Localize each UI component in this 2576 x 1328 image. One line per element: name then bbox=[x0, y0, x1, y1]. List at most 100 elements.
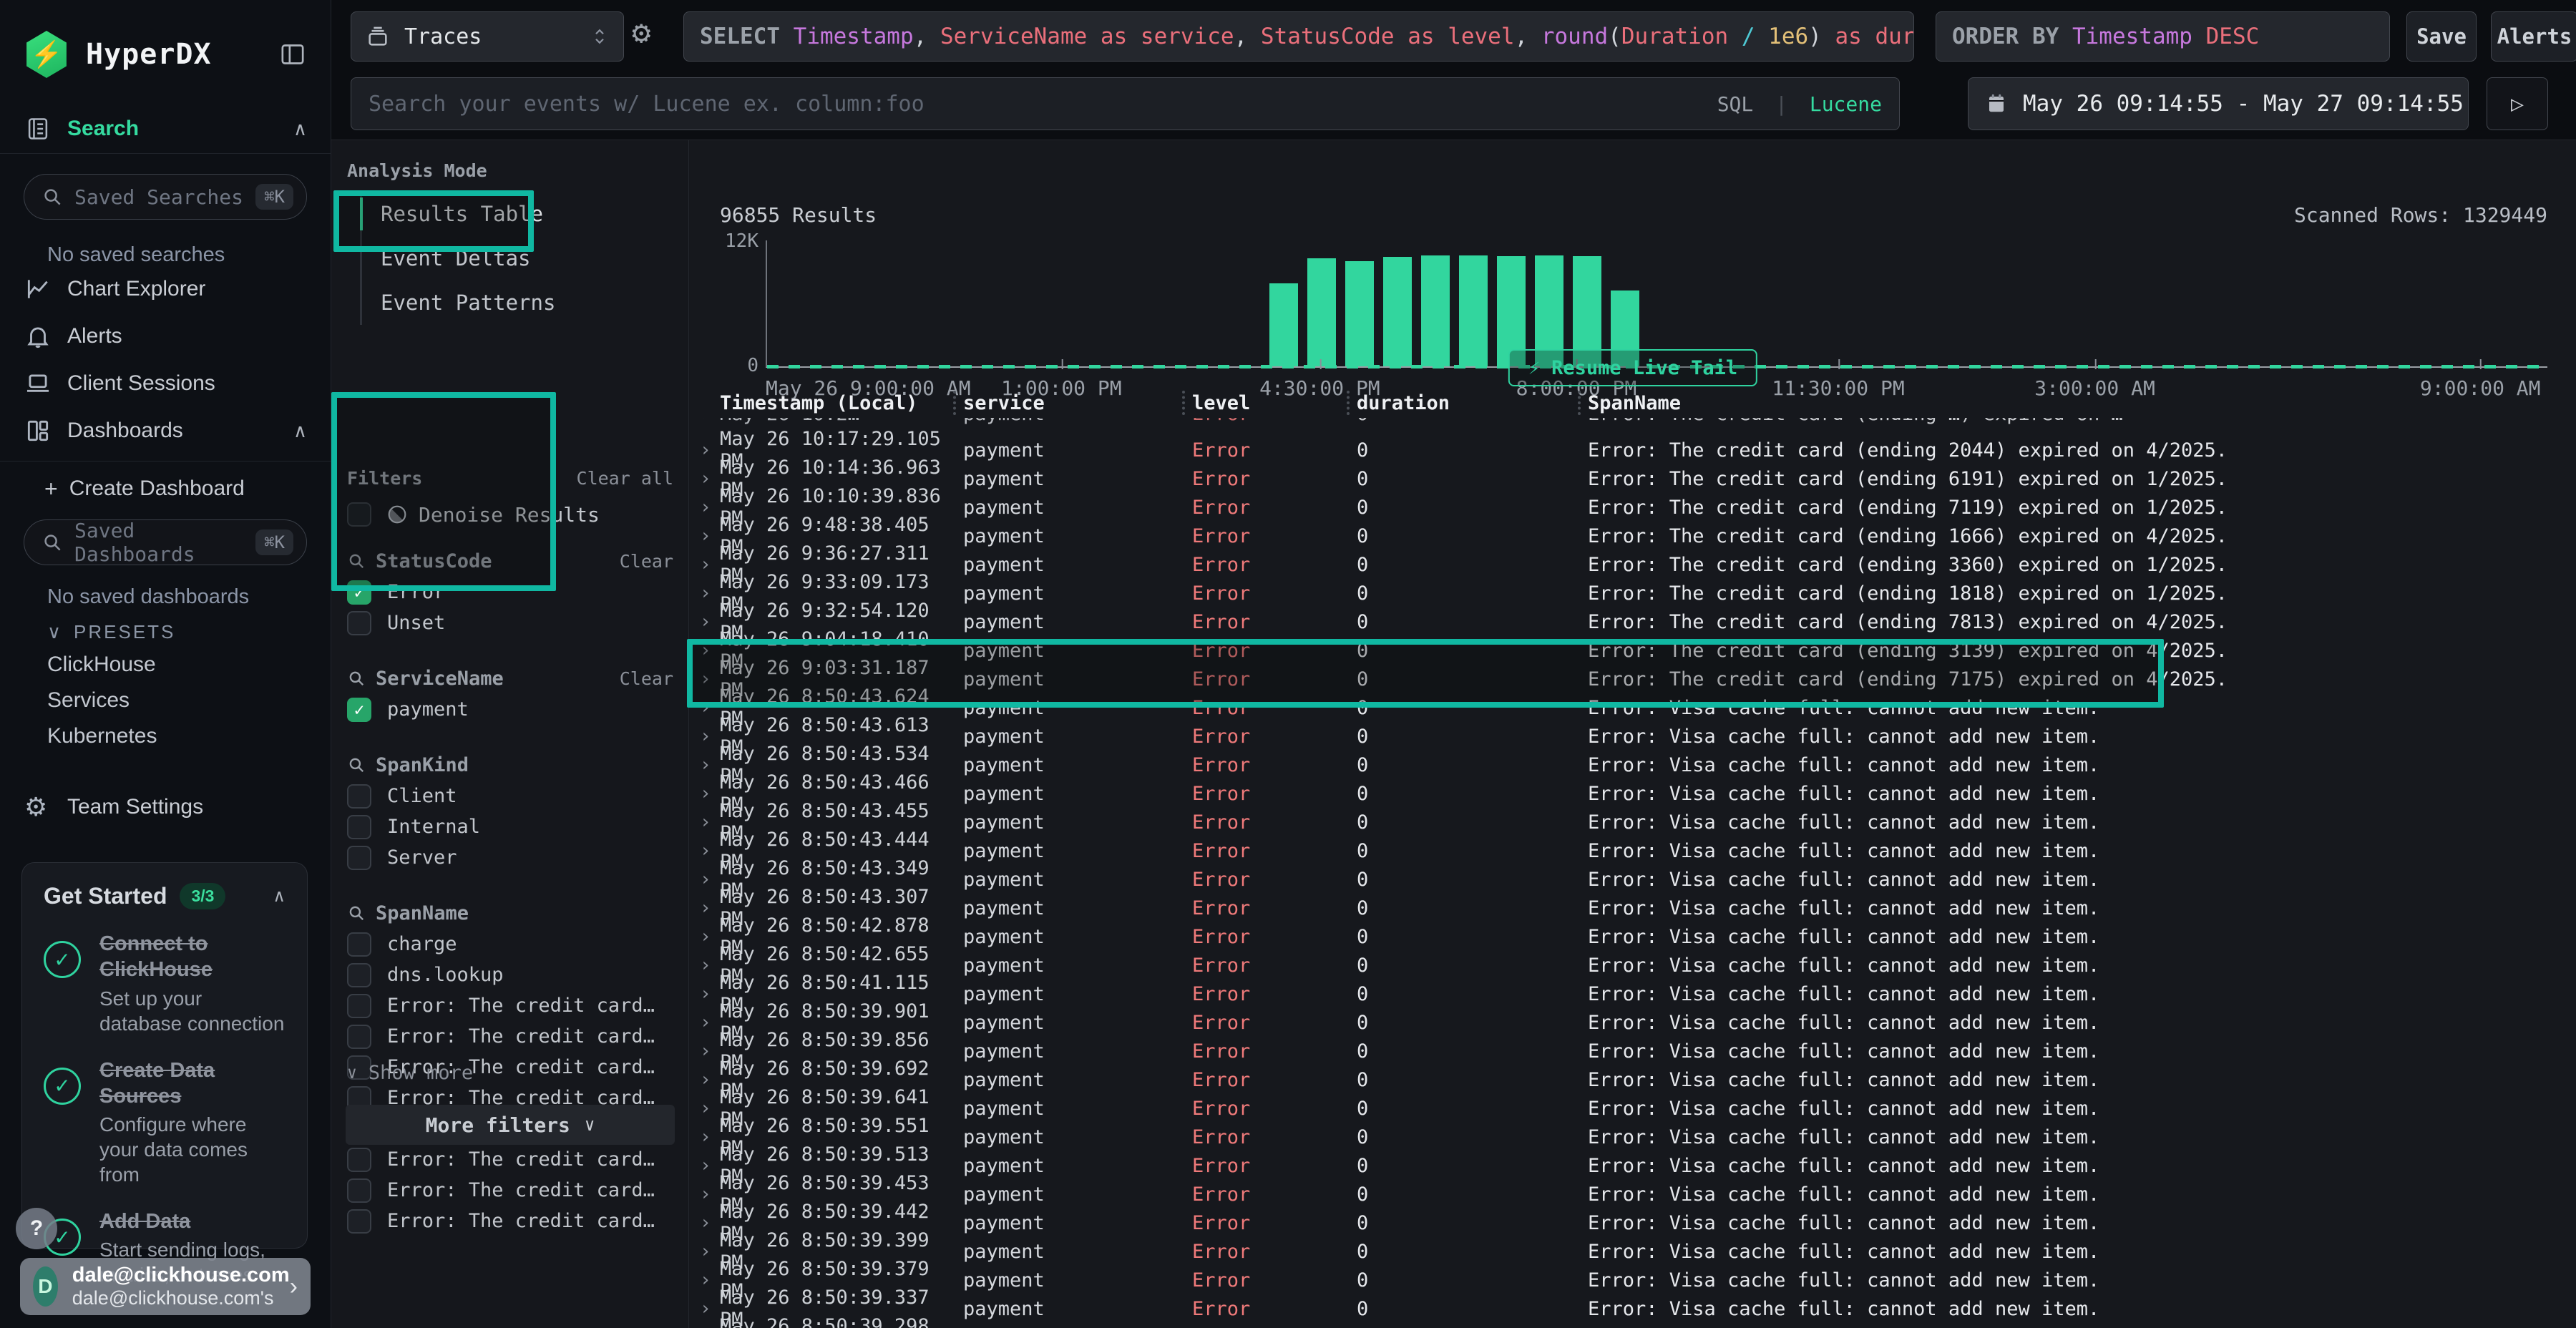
sidebar-item-team-settings[interactable]: ⚙ Team Settings bbox=[0, 787, 331, 827]
row-expand-chevron[interactable]: › bbox=[700, 1098, 720, 1119]
filter-checkbox[interactable] bbox=[347, 1148, 371, 1172]
time-range-picker[interactable]: May 26 09:14:55 - May 27 09:14:55 bbox=[1968, 77, 2469, 130]
row-expand-chevron[interactable]: › bbox=[700, 1069, 720, 1090]
help-button[interactable]: ? bbox=[16, 1208, 57, 1249]
table-row[interactable]: › May 26 10:17:29.105 PM payment Error 0… bbox=[690, 428, 2576, 456]
row-expand-chevron[interactable]: › bbox=[700, 926, 720, 947]
row-expand-chevron[interactable]: › bbox=[700, 726, 720, 747]
create-dashboard-button[interactable]: + Create Dashboard bbox=[0, 469, 331, 508]
filter-option[interactable]: Client bbox=[347, 781, 673, 811]
chevron-up-icon[interactable]: ∧ bbox=[293, 118, 307, 140]
filter-checkbox[interactable] bbox=[347, 1025, 371, 1049]
filter-option[interactable]: Error: The credit card … bbox=[347, 1021, 673, 1052]
column-header-timestamp[interactable]: Timestamp (Local) bbox=[720, 392, 963, 414]
row-expand-chevron[interactable]: › bbox=[700, 869, 720, 890]
filter-checkbox[interactable] bbox=[347, 932, 371, 957]
row-expand-chevron[interactable]: › bbox=[700, 611, 720, 633]
filter-checkbox[interactable] bbox=[347, 1178, 371, 1203]
row-expand-chevron[interactable]: › bbox=[700, 954, 720, 976]
filter-checkbox[interactable] bbox=[347, 846, 371, 870]
row-expand-chevron[interactable]: › bbox=[700, 439, 720, 461]
filter-option[interactable]: Error: The credit card … bbox=[347, 1175, 673, 1206]
row-expand-chevron[interactable]: › bbox=[700, 811, 720, 833]
sidebar-item-client-sessions[interactable]: Client Sessions bbox=[0, 363, 331, 404]
row-expand-chevron[interactable]: › bbox=[700, 983, 720, 1005]
column-header-duration[interactable]: duration bbox=[1357, 392, 1588, 414]
row-expand-chevron[interactable]: › bbox=[700, 1298, 720, 1319]
row-expand-chevron[interactable]: › bbox=[700, 468, 720, 489]
row-expand-chevron[interactable]: › bbox=[700, 840, 720, 861]
row-expand-chevron[interactable]: › bbox=[700, 582, 720, 604]
resume-live-tail-button[interactable]: ⚡ Resume Live Tail bbox=[1508, 349, 1757, 386]
filter-option[interactable]: Error: The credit card … bbox=[347, 1206, 673, 1236]
filter-checkbox[interactable] bbox=[347, 611, 371, 635]
show-more-link[interactable]: ∨ Show more bbox=[347, 1062, 473, 1084]
table-row[interactable]: › May 26 10:2… payment Error 0 Error: Th… bbox=[690, 418, 2576, 428]
filter-option[interactable]: Error: The credit card … bbox=[347, 1144, 673, 1175]
row-expand-chevron[interactable]: › bbox=[700, 1155, 720, 1176]
row-expand-chevron[interactable]: › bbox=[700, 783, 720, 804]
get-started-item[interactable]: ✓ Create Data Sources Configure where yo… bbox=[44, 1058, 286, 1188]
filter-option[interactable]: Internal bbox=[347, 811, 673, 842]
filter-checkbox[interactable] bbox=[347, 815, 371, 839]
row-expand-chevron[interactable]: › bbox=[700, 1212, 720, 1234]
sidebar-item-kubernetes[interactable]: Kubernetes bbox=[47, 724, 157, 748]
sidebar-item-alerts[interactable]: Alerts bbox=[0, 316, 331, 356]
filter-clear-link[interactable]: Clear bbox=[620, 668, 673, 689]
sidebar-item-dashboards[interactable]: Dashboards ∧ bbox=[0, 411, 331, 451]
search-icon[interactable] bbox=[347, 904, 366, 922]
search-input[interactable]: Search your events w/ Lucene ex. column:… bbox=[351, 77, 1900, 130]
query-language-toggle[interactable]: SQL | Lucene bbox=[1717, 92, 1882, 116]
search-icon[interactable] bbox=[347, 756, 366, 774]
saved-dashboards-input[interactable]: Saved Dashboards ⌘K bbox=[24, 519, 307, 565]
row-expand-chevron[interactable]: › bbox=[700, 1269, 720, 1291]
sidebar-item-chart-explorer[interactable]: Chart Explorer bbox=[0, 269, 331, 309]
toggle-lucene-label[interactable]: Lucene bbox=[1810, 92, 1882, 116]
filter-option[interactable]: charge bbox=[347, 929, 673, 960]
column-header-level[interactable]: level bbox=[1192, 392, 1357, 414]
filter-clear-link[interactable]: Clear bbox=[620, 551, 673, 572]
row-expand-chevron[interactable]: › bbox=[700, 554, 720, 575]
row-expand-chevron[interactable]: › bbox=[700, 1012, 720, 1033]
source-select[interactable]: Traces bbox=[351, 11, 624, 62]
more-filters-button[interactable]: More filters ∨ bbox=[346, 1105, 675, 1145]
row-expand-chevron[interactable]: › bbox=[700, 1241, 720, 1262]
filter-option[interactable]: Server bbox=[347, 842, 673, 873]
run-query-button[interactable]: ▷ bbox=[2487, 77, 2548, 130]
filter-option[interactable]: dns.lookup bbox=[347, 960, 673, 990]
filter-option[interactable]: Unset bbox=[347, 607, 673, 638]
toggle-sql-label[interactable]: SQL bbox=[1717, 92, 1754, 116]
row-expand-chevron[interactable]: › bbox=[700, 1040, 720, 1062]
filter-option[interactable]: Error: The credit card … bbox=[347, 990, 673, 1021]
filter-checkbox[interactable] bbox=[347, 994, 371, 1018]
clear-all-link[interactable]: Clear all bbox=[577, 468, 673, 489]
get-started-item[interactable]: ✓ Connect to ClickHouse Set up your data… bbox=[44, 931, 286, 1036]
filter-checkbox[interactable] bbox=[347, 784, 371, 809]
row-expand-chevron[interactable]: › bbox=[700, 525, 720, 547]
sidebar-collapse-icon[interactable] bbox=[278, 40, 307, 69]
sidebar-item-search[interactable]: Search ∧ bbox=[0, 109, 331, 149]
row-expand-chevron[interactable]: › bbox=[700, 1183, 720, 1205]
saved-searches-input[interactable]: Saved Searches ⌘K bbox=[24, 174, 307, 220]
filter-checkbox[interactable] bbox=[347, 698, 371, 722]
row-expand-chevron[interactable]: › bbox=[700, 497, 720, 518]
filter-checkbox[interactable] bbox=[347, 963, 371, 987]
column-header-spanname[interactable]: SpanName bbox=[1588, 392, 2576, 414]
source-settings-gear-icon[interactable]: ⚙ bbox=[632, 17, 651, 49]
row-expand-chevron[interactable]: › bbox=[700, 418, 720, 424]
analysis-mode-item[interactable]: Event Patterns bbox=[362, 280, 668, 325]
alerts-button[interactable]: Alerts bbox=[2491, 11, 2576, 62]
save-button[interactable]: Save bbox=[2406, 11, 2477, 62]
column-header-service[interactable]: service bbox=[963, 392, 1192, 414]
row-expand-chevron[interactable]: › bbox=[700, 897, 720, 919]
row-expand-chevron[interactable]: › bbox=[700, 754, 720, 776]
user-menu[interactable]: D dale@clickhouse.com dale@clickhouse.co… bbox=[20, 1258, 311, 1315]
presets-toggle[interactable]: ∨ PRESETS bbox=[47, 621, 175, 643]
row-expand-chevron[interactable]: › bbox=[700, 1126, 720, 1148]
get-started-header[interactable]: Get Started 3/3 ∧ bbox=[44, 883, 286, 909]
order-by-input[interactable]: ORDER BY Timestamp DESC bbox=[1936, 11, 2390, 62]
sql-select-input[interactable]: SELECT Timestamp, ServiceName as service… bbox=[683, 11, 1914, 62]
filter-option[interactable]: payment bbox=[347, 694, 673, 725]
sidebar-item-clickhouse[interactable]: ClickHouse bbox=[47, 653, 156, 677]
sidebar-item-services[interactable]: Services bbox=[47, 688, 130, 713]
